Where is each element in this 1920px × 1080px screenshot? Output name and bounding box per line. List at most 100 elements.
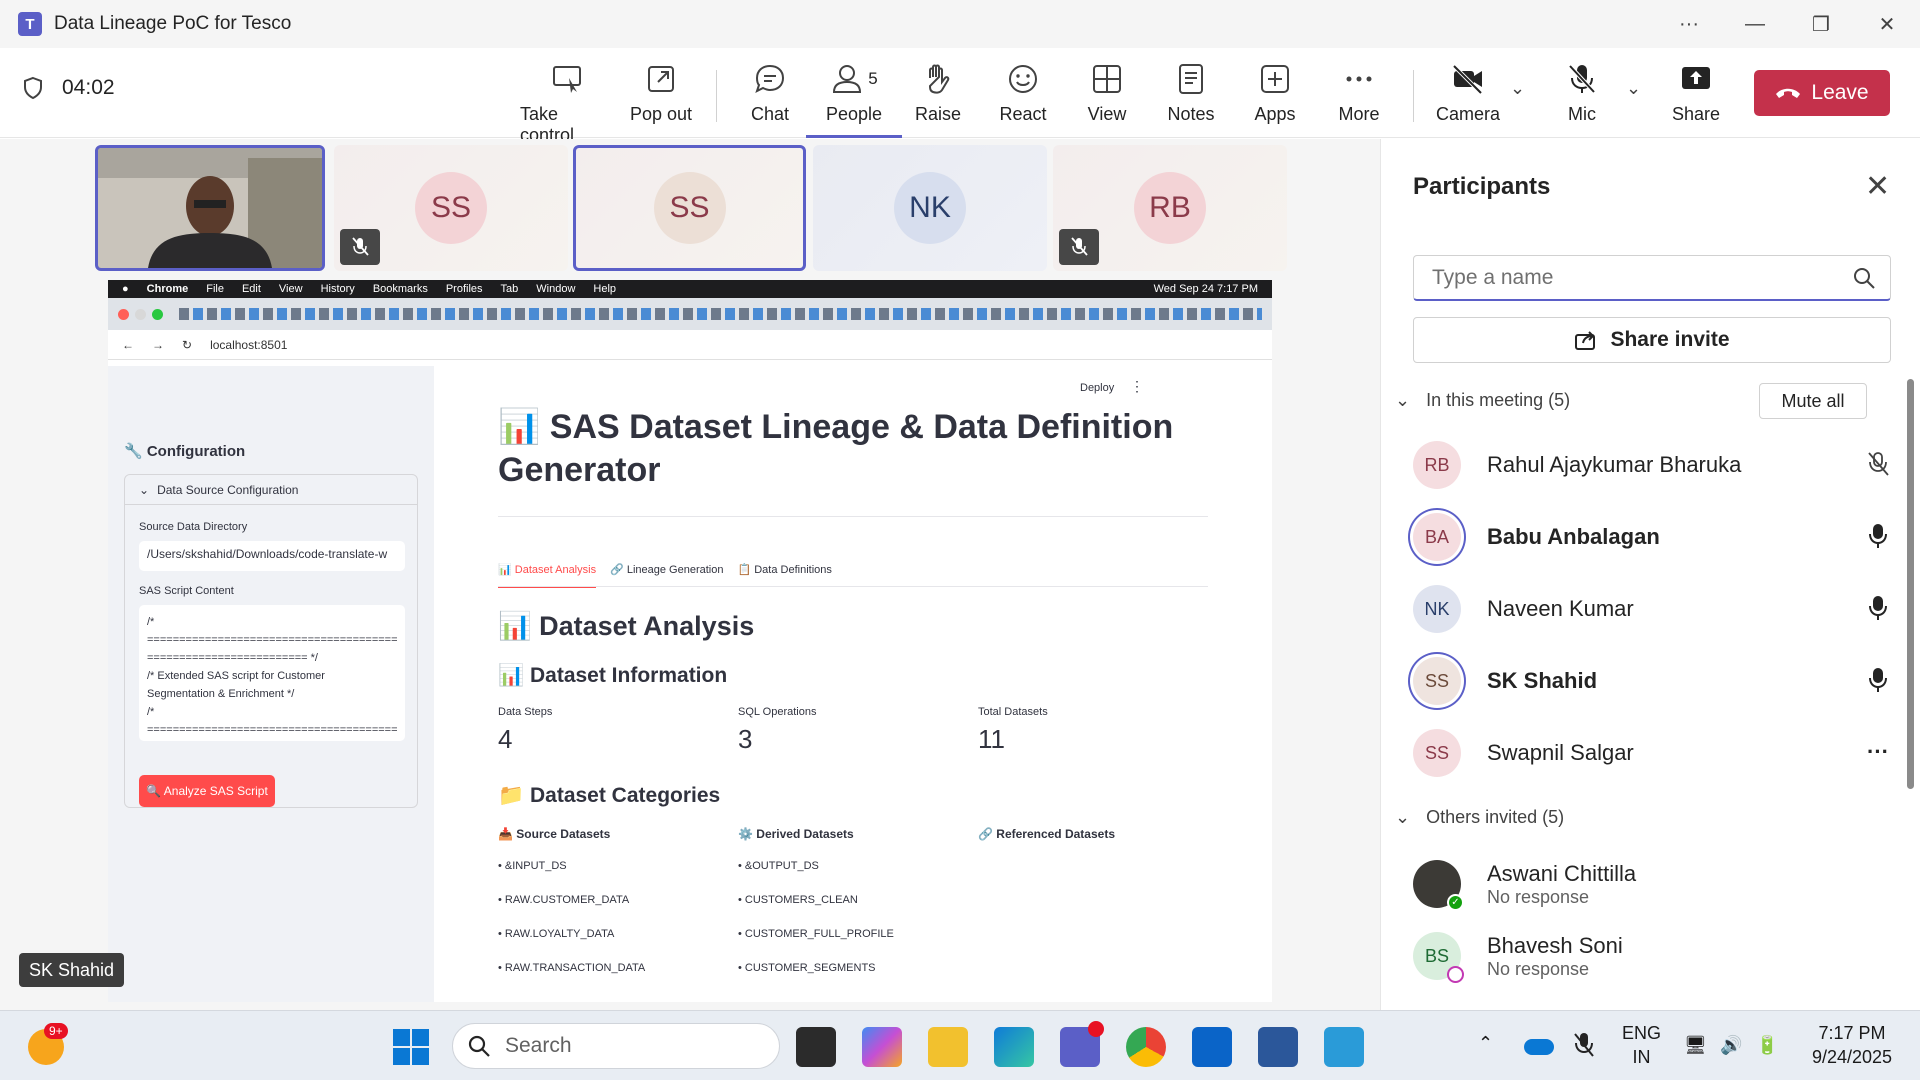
in-meeting-section-header[interactable]: ⌄ In this meeting (5): [1395, 390, 1570, 411]
tab-data-definitions[interactable]: 📋 Data Definitions: [737, 563, 831, 588]
more-dots-icon: [1346, 76, 1372, 82]
share-invite-label: Share invite: [1610, 328, 1730, 351]
people-button[interactable]: 5 People: [806, 62, 902, 138]
script-line: ========================================: [147, 724, 397, 736]
expander-header[interactable]: ⌄ Data Source Configuration: [125, 475, 417, 505]
script-textarea[interactable]: /* =====================================…: [139, 605, 405, 741]
mac-menu-item: Chrome: [146, 283, 189, 295]
metric-value: 3: [738, 724, 753, 754]
muted-badge: [1059, 229, 1099, 265]
notes-label: Notes: [1167, 104, 1215, 124]
mac-menu-item: Edit: [241, 283, 261, 295]
app-main: Deploy ⋮ 📊 SAS Dataset Lineage & Data De…: [434, 366, 1272, 1002]
edge-icon[interactable]: [994, 1027, 1034, 1067]
mute-all-button[interactable]: Mute all: [1759, 383, 1867, 419]
windows-taskbar: 9+ Search ⌃ ENG IN 🖥 🔊 🔋 7:17 PM 9/24/20…: [0, 1010, 1920, 1080]
file-explorer-icon[interactable]: [928, 1027, 968, 1067]
onedrive-icon[interactable]: [1524, 1039, 1554, 1055]
participant-name: Swapnil Salgar: [1487, 740, 1634, 765]
clock[interactable]: 7:17 PM 9/24/2025: [1802, 1021, 1902, 1069]
source-dir-input[interactable]: /Users/skshahid/Downloads/code-translate…: [139, 541, 405, 571]
volume-icon[interactable]: 🔊: [1720, 1033, 1742, 1057]
mic-off-icon: [1568, 64, 1596, 94]
language-indicator[interactable]: ENG IN: [1622, 1021, 1661, 1069]
panel-scrollbar[interactable]: [1907, 379, 1914, 789]
tab-underline: [498, 586, 1208, 587]
apps-button[interactable]: Apps: [1227, 62, 1323, 125]
react-button[interactable]: React: [975, 62, 1071, 125]
derived-datasets-heading: ⚙️ Derived Datasets: [738, 827, 854, 841]
minimize-button[interactable]: —: [1722, 0, 1788, 48]
camera-off-icon: [1452, 64, 1483, 95]
deploy-button[interactable]: Deploy: [1080, 382, 1114, 394]
participant-row[interactable]: NK Naveen Kumar: [1413, 579, 1893, 639]
mic-button[interactable]: Mic: [1534, 62, 1630, 125]
tab-lineage-generation[interactable]: 🔗 Lineage Generation: [610, 563, 723, 588]
taskbar-search[interactable]: Search: [452, 1023, 780, 1069]
share-button[interactable]: Share: [1648, 62, 1744, 125]
dataset-item: • RAW.CUSTOMER_DATA: [498, 894, 630, 906]
avatar: BA: [1413, 513, 1461, 561]
mic-off-icon: [1863, 449, 1893, 479]
battery-icon[interactable]: 🔋: [1756, 1033, 1778, 1057]
weather-widget[interactable]: 9+: [28, 1023, 68, 1065]
participant-row[interactable]: BA Babu Anbalagan: [1413, 507, 1893, 567]
camera-options-chevron-icon[interactable]: ⌄: [1510, 78, 1525, 99]
more-options-icon[interactable]: ···: [1656, 0, 1722, 48]
mic-muted-tray-icon[interactable]: [1572, 1031, 1596, 1059]
word-icon[interactable]: [1258, 1027, 1298, 1067]
chat-button[interactable]: Chat: [722, 62, 818, 125]
more-options-icon[interactable]: ···: [1863, 737, 1893, 767]
restore-button[interactable]: ❐: [1788, 0, 1854, 48]
view-button[interactable]: View: [1059, 62, 1155, 125]
analyze-sas-script-button[interactable]: 🔍 Analyze SAS Script: [139, 775, 275, 807]
participant-search-input[interactable]: Type a name: [1413, 255, 1891, 301]
video-tile-camera[interactable]: [95, 145, 325, 271]
network-icon[interactable]: 🖥: [1684, 1033, 1707, 1057]
video-tile-participant[interactable]: RB: [1053, 145, 1287, 271]
notepad-icon[interactable]: [1324, 1027, 1364, 1067]
camera-button[interactable]: Camera: [1420, 62, 1516, 125]
participant-status: No response: [1487, 958, 1590, 979]
dataset-item: • &INPUT_DS: [498, 860, 567, 872]
back-icon[interactable]: ←: [122, 338, 134, 352]
participant-row[interactable]: SS SK Shahid: [1413, 651, 1893, 711]
pop-out-button[interactable]: Pop out: [613, 62, 709, 125]
close-window-button[interactable]: ✕: [1854, 0, 1920, 48]
camera-label: Camera: [1435, 104, 1501, 124]
share-invite-button[interactable]: Share invite: [1413, 317, 1891, 363]
video-tile-participant[interactable]: SS: [334, 145, 568, 271]
mic-options-chevron-icon[interactable]: ⌄: [1626, 78, 1641, 99]
video-tile-active-speaker[interactable]: SS: [573, 145, 806, 271]
close-icon[interactable]: ✕: [1865, 169, 1890, 204]
raise-hand-button[interactable]: Raise: [890, 62, 986, 125]
url-text[interactable]: localhost:8501: [210, 338, 287, 352]
app-menu-icon[interactable]: ⋮: [1130, 378, 1144, 395]
teams-icon[interactable]: [1060, 1021, 1104, 1067]
take-control-button[interactable]: Take control: [520, 62, 616, 146]
leave-button[interactable]: Leave: [1754, 70, 1890, 116]
m365-icon[interactable]: [862, 1027, 902, 1067]
search-label: Search: [505, 1034, 572, 1057]
invited-row[interactable]: BS Bhavesh Soni No response: [1413, 923, 1893, 989]
others-invited-section-header[interactable]: ⌄ Others invited (5): [1395, 807, 1564, 828]
people-label: People: [825, 104, 883, 124]
tab-dataset-analysis[interactable]: 📊 Dataset Analysis: [498, 563, 597, 588]
share-label: Share: [1671, 104, 1721, 124]
task-view-icon[interactable]: [796, 1027, 836, 1067]
clock-time: 7:17 PM: [1818, 1023, 1886, 1043]
participant-row[interactable]: RB Rahul Ajaykumar Bharuka: [1413, 435, 1893, 495]
video-tile-participant[interactable]: NK: [813, 145, 1047, 271]
invited-row[interactable]: ✓ Aswani Chittilla No response: [1413, 851, 1893, 917]
participant-row[interactable]: SS Swapnil Salgar ···: [1413, 723, 1893, 783]
outlook-icon[interactable]: [1192, 1027, 1232, 1067]
forward-icon[interactable]: →: [152, 338, 164, 352]
show-hidden-icons-chevron-icon[interactable]: ⌃: [1478, 1031, 1493, 1055]
more-button[interactable]: More: [1311, 62, 1407, 125]
streamlit-app: 🔧 Configuration ⌄ Data Source Configurat…: [108, 366, 1272, 1002]
start-button[interactable]: [393, 1029, 429, 1065]
mac-menu-item: Window: [536, 283, 576, 295]
reload-icon[interactable]: ↻: [182, 338, 192, 352]
notes-button[interactable]: Notes: [1143, 62, 1239, 125]
chrome-icon[interactable]: [1126, 1027, 1166, 1067]
